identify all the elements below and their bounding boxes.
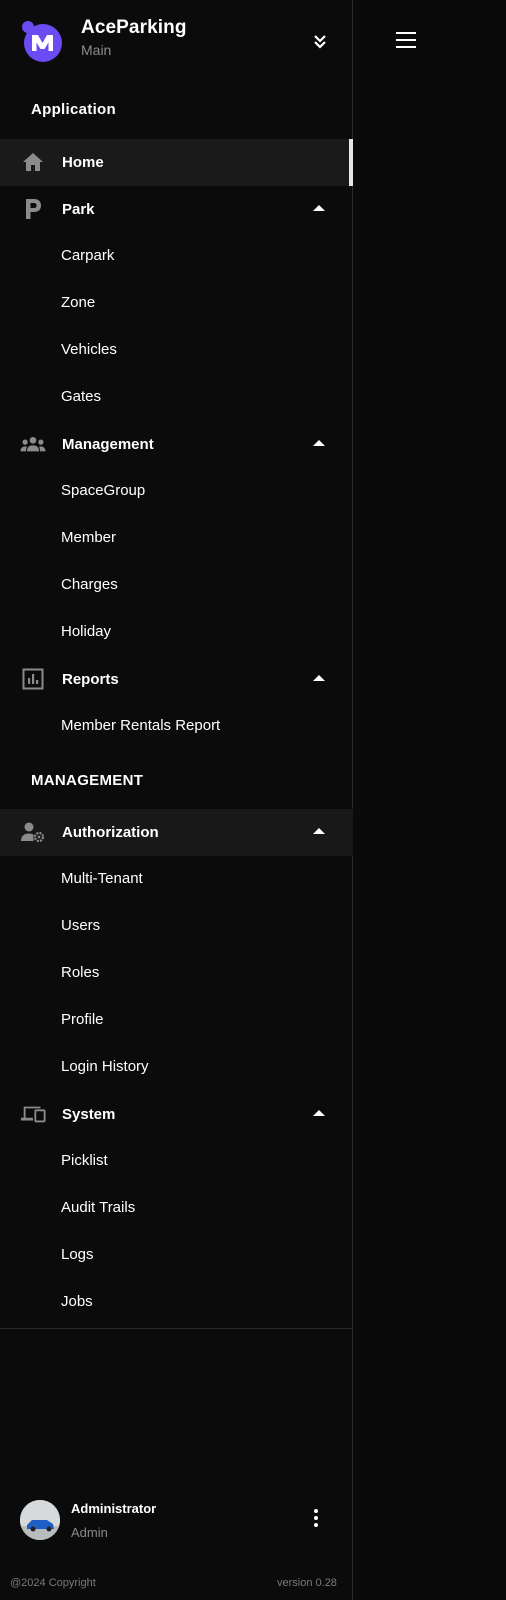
sidebar-divider xyxy=(0,1328,353,1329)
group-icon xyxy=(20,431,46,457)
home-icon xyxy=(20,149,46,175)
sub-item-multi-tenant[interactable]: Multi-Tenant xyxy=(0,856,353,903)
caret-up-icon xyxy=(313,205,325,211)
brand-title: AceParking xyxy=(81,17,187,38)
double-chevron-down-icon xyxy=(314,35,326,49)
nav-item-park[interactable]: Park xyxy=(0,186,353,233)
section-title-application: Application xyxy=(31,101,116,118)
caret-up-icon xyxy=(313,828,325,834)
sub-item-profile[interactable]: Profile xyxy=(0,997,353,1044)
caret-up-icon xyxy=(313,675,325,681)
brand-switch-button[interactable] xyxy=(309,30,331,52)
devices-icon xyxy=(20,1101,46,1127)
sub-item-spacegroup[interactable]: SpaceGroup xyxy=(0,468,353,515)
footer-copyright: @2024 Copyright xyxy=(10,1577,96,1589)
sub-item-roles[interactable]: Roles xyxy=(0,950,353,997)
nav-item-authorization[interactable]: Authorization xyxy=(0,809,353,856)
sub-item-label: Login History xyxy=(61,1058,149,1075)
brand-header: AceParking Main xyxy=(0,0,353,84)
more-vertical-icon[interactable] xyxy=(306,1506,326,1530)
chart-icon xyxy=(20,666,46,692)
sub-item-label: Holiday xyxy=(61,623,112,640)
nav-label-reports: Reports xyxy=(62,671,119,688)
section-title-management: MANAGEMENT xyxy=(31,772,144,789)
nav-label-authorization: Authorization xyxy=(62,824,159,841)
user-name: Administrator xyxy=(71,1501,157,1516)
sub-item-label: Jobs xyxy=(61,1293,93,1310)
sub-item-label: Carpark xyxy=(61,247,115,264)
sub-item-label: Profile xyxy=(61,1011,104,1028)
sub-item-label: Audit Trails xyxy=(61,1199,136,1216)
sub-item-label: Picklist xyxy=(61,1152,108,1169)
sub-item-label: Charges xyxy=(61,576,118,593)
avatar xyxy=(20,1500,60,1540)
sub-item-vehicles[interactable]: Vehicles xyxy=(0,327,353,374)
brand-subtitle: Main xyxy=(81,42,112,58)
parking-p-icon xyxy=(20,196,46,222)
sub-item-label: Zone xyxy=(61,294,96,311)
nav-item-reports[interactable]: Reports xyxy=(0,656,353,703)
sidebar: AceParking Main Application Home Park Ca… xyxy=(0,0,353,1600)
m-logo-icon xyxy=(19,19,62,62)
sub-item-label: Member Rentals Report xyxy=(61,717,221,734)
sub-item-carpark[interactable]: Carpark xyxy=(0,233,353,280)
sub-item-member[interactable]: Member xyxy=(0,515,353,562)
sub-item-holiday[interactable]: Holiday xyxy=(0,609,353,656)
sub-item-label: Vehicles xyxy=(61,341,117,358)
sub-item-label: Logs xyxy=(61,1246,94,1263)
sub-item-login-history[interactable]: Login History xyxy=(0,1044,353,1091)
nav-label-home: Home xyxy=(62,154,104,171)
user-role: Admin xyxy=(71,1525,108,1540)
sub-item-gates[interactable]: Gates xyxy=(0,374,353,421)
sub-item-label: Member xyxy=(61,529,117,546)
sub-item-label: Users xyxy=(61,917,101,934)
sub-item-picklist[interactable]: Picklist xyxy=(0,1138,353,1185)
sub-item-member-rentals-report[interactable]: Member Rentals Report xyxy=(0,703,353,750)
sub-item-label: SpaceGroup xyxy=(61,482,146,499)
nav-label-management: Management xyxy=(62,436,154,453)
nav-label-park: Park xyxy=(62,201,95,218)
caret-up-icon xyxy=(313,1110,325,1116)
sub-item-zone[interactable]: Zone xyxy=(0,280,353,327)
nav-item-home[interactable]: Home xyxy=(0,139,353,186)
nav-label-system: System xyxy=(62,1106,116,1123)
main-content xyxy=(354,0,506,1600)
user-gear-icon xyxy=(20,819,46,845)
sub-item-jobs[interactable]: Jobs xyxy=(0,1279,353,1326)
sub-item-users[interactable]: Users xyxy=(0,903,353,950)
nav-item-management[interactable]: Management xyxy=(0,421,353,468)
sub-item-label: Roles xyxy=(61,964,100,981)
sub-item-charges[interactable]: Charges xyxy=(0,562,353,609)
footer-version: version 0.28 xyxy=(277,1577,337,1589)
user-profile[interactable]: Administrator Admin xyxy=(0,1490,353,1550)
caret-up-icon xyxy=(313,440,325,446)
sub-item-logs[interactable]: Logs xyxy=(0,1232,353,1279)
sub-item-audit-trails[interactable]: Audit Trails xyxy=(0,1185,353,1232)
sub-item-label: Gates xyxy=(61,388,102,405)
nav-item-system[interactable]: System xyxy=(0,1091,353,1138)
sub-item-label: Multi-Tenant xyxy=(61,870,143,887)
hamburger-menu-icon[interactable] xyxy=(396,32,416,48)
